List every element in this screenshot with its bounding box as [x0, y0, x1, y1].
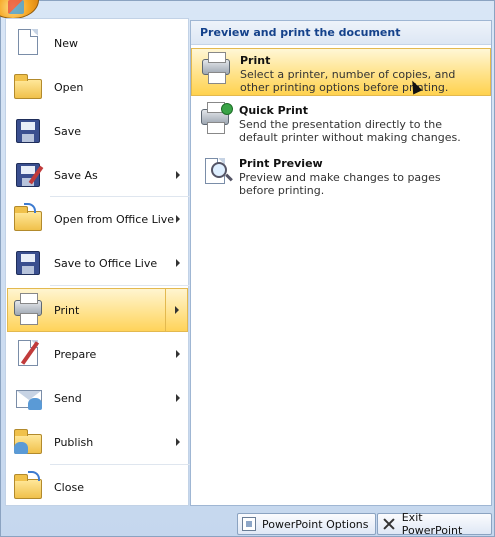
menu-item-open[interactable]: Open [8, 67, 188, 107]
send-icon [12, 382, 46, 414]
menu-item-label: Save [54, 124, 82, 138]
menu-item-publish[interactable]: Publish [8, 422, 188, 462]
office-button[interactable] [0, 0, 39, 19]
submenu-item-print-preview[interactable]: Print Preview Preview and make changes t… [191, 152, 491, 200]
menu-item-prepare[interactable]: Prepare [8, 334, 188, 374]
submenu-arrow-icon [176, 259, 180, 267]
submenu-item-description: Send the presentation directly to the de… [239, 118, 461, 144]
submenu-arrow-icon [176, 350, 180, 358]
exit-powerpoint-label: Exit PowerPoint [401, 511, 463, 537]
menu-separator [50, 196, 190, 197]
menu-separator [50, 285, 190, 286]
menu-item-label: Prepare [54, 347, 97, 361]
menu-item-close[interactable]: Close [8, 467, 188, 507]
submenu-arrow-icon [176, 394, 180, 402]
powerpoint-options-label: PowerPoint Options [262, 517, 369, 531]
printer-icon [200, 52, 236, 87]
menu-item-label: Save to Office Live [54, 256, 158, 270]
menu-item-save-as[interactable]: Save As [8, 155, 188, 195]
close-folder-icon [12, 471, 46, 503]
panel-header: Preview and print the document [191, 21, 491, 45]
save-disk-icon [12, 115, 46, 147]
menu-item-label: Open [54, 80, 84, 94]
options-icon [242, 517, 256, 531]
menu-item-label: New [54, 36, 78, 50]
menu-item-label: Print [54, 303, 80, 317]
open-folder-icon [12, 71, 46, 103]
print-submenu-panel: Preview and print the document Print Sel… [190, 20, 492, 506]
menu-footer: PowerPoint Options Exit PowerPoint [5, 508, 492, 537]
print-preview-icon [199, 156, 235, 190]
quick-print-icon [199, 102, 235, 137]
menu-item-label: Open from Office Live [54, 212, 175, 226]
menu-separator [50, 464, 190, 465]
menu-item-save-to-office-live[interactable]: Save to Office Live [8, 243, 188, 283]
submenu-arrow-icon [176, 171, 180, 179]
submenu-item-description: Preview and make changes to pages before… [239, 171, 441, 197]
open-office-live-icon [12, 203, 46, 235]
submenu-arrow-icon [175, 306, 179, 314]
submenu-item-print[interactable]: Print Select a printer, number of copies… [191, 48, 491, 96]
submenu-item-description: Select a printer, number of copies, and … [240, 68, 456, 94]
command-list: New Open Save Save As Open from Office L… [5, 18, 190, 507]
submenu-item-title: Quick Print [239, 104, 308, 117]
exit-powerpoint-button[interactable]: Exit PowerPoint [377, 511, 492, 537]
close-icon [382, 517, 396, 531]
menu-item-label: Publish [54, 435, 94, 449]
new-document-icon [12, 27, 46, 59]
save-office-live-icon [12, 247, 46, 279]
submenu-arrow-icon [176, 438, 180, 446]
submenu-item-title: Print Preview [239, 157, 323, 170]
menu-item-print[interactable]: Print [7, 288, 188, 332]
office-menu-window: New Open Save Save As Open from Office L… [0, 0, 495, 537]
save-as-icon [12, 159, 46, 191]
menu-item-send[interactable]: Send [8, 378, 188, 418]
submenu-arrow-icon [176, 215, 180, 223]
menu-item-label: Save As [54, 168, 98, 182]
publish-icon [12, 426, 46, 458]
menu-item-open-from-office-live[interactable]: Open from Office Live [8, 199, 188, 239]
menu-item-save[interactable]: Save [8, 111, 188, 151]
submenu-item-title: Print [240, 54, 271, 67]
office-logo-icon [8, 0, 24, 14]
menu-item-new[interactable]: New [8, 23, 188, 63]
powerpoint-options-button[interactable]: PowerPoint Options [237, 513, 376, 535]
menu-item-label: Send [54, 391, 82, 405]
submenu-item-quick-print[interactable]: Quick Print Send the presentation direct… [191, 99, 491, 149]
printer-icon [12, 293, 46, 326]
menu-item-label: Close [54, 480, 84, 494]
prepare-icon [12, 338, 46, 370]
